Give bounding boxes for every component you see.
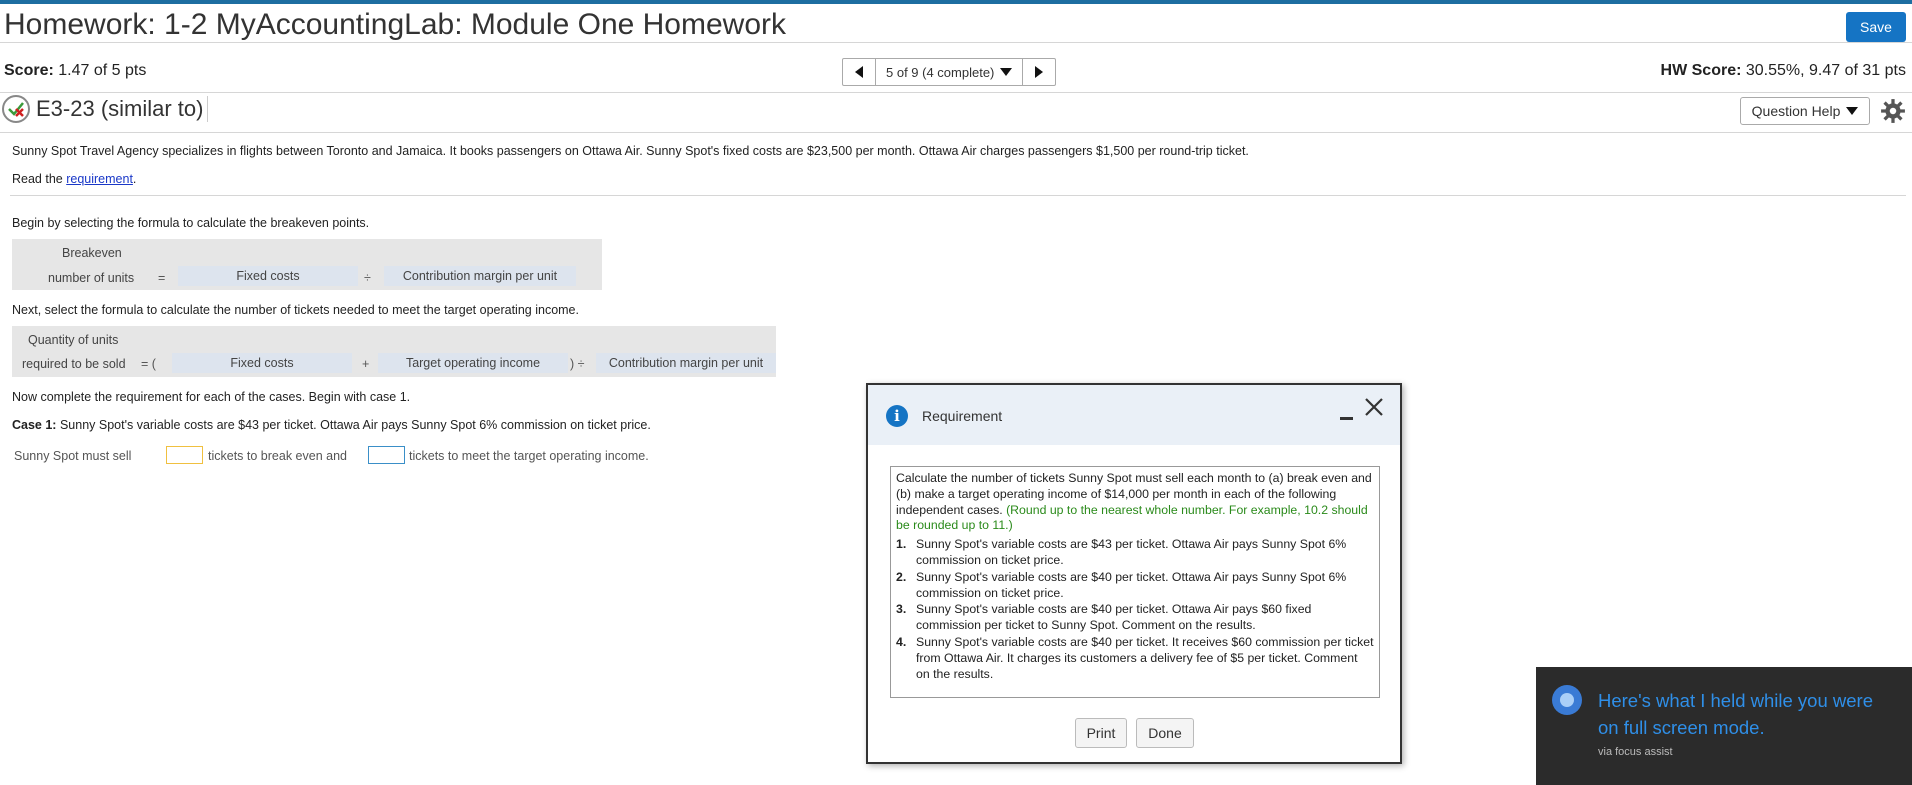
gear-icon[interactable] [1880, 98, 1906, 124]
notification-source: via focus assist [1598, 746, 1673, 758]
formula2-cm-select[interactable]: Contribution margin per unit [596, 353, 776, 373]
case-list: 1. Sunny Spot's variable costs are $43 pe… [896, 537, 1374, 682]
question-help-button[interactable]: Question Help [1740, 97, 1870, 125]
page-title: Homework: 1-2 MyAccountingLab: Module On… [4, 8, 787, 41]
divider [0, 92, 1912, 93]
hw-score: HW Score: 30.55%, 9.47 of 31 pts [1661, 62, 1906, 80]
formula2-label-line1: Quantity of units [28, 333, 119, 347]
list-item: 1. Sunny Spot's variable costs are $43 pe… [896, 537, 1347, 567]
case1-description: Case 1: Sunny Spot's variable costs are … [12, 418, 651, 432]
question-title: E3-23 (similar to) [36, 96, 209, 122]
question-select-dropdown[interactable]: 5 of 9 (4 complete) [875, 59, 1024, 85]
partial-credit-icon [2, 95, 30, 123]
read-suffix: . [132, 172, 137, 186]
requirement-link[interactable]: requirement [66, 172, 133, 186]
step3-instruction: Now complete the requirement for each of… [12, 390, 411, 404]
focus-assist-notification[interactable]: Here's what I held while you were on ful… [1536, 667, 1912, 785]
top-accent-bar [0, 0, 1912, 4]
divider [0, 42, 1912, 43]
formula2-fixed-costs-select[interactable]: Fixed costs [172, 353, 352, 373]
requirement-text: Calculate the number of tickets Sunny Sp… [890, 466, 1380, 698]
score: Score: 1.47 of 5 pts [4, 62, 146, 80]
read-requirement: Read the requirement. [12, 172, 136, 186]
caret-down-icon [1846, 107, 1859, 115]
notification-message: Here's what I held while you were on ful… [1598, 690, 1873, 738]
target-income-formula: Quantity of units required to be sold = … [12, 326, 776, 377]
hw-score-label: HW Score: [1660, 62, 1742, 79]
breakeven-tickets-input[interactable] [166, 446, 203, 464]
step2-instruction: Next, select the formula to calculate th… [12, 303, 579, 317]
list-item: 3. Sunny Spot's variable costs are $40 pe… [896, 602, 1312, 633]
formula2-close-divide: ) ÷ [570, 357, 585, 371]
case1-text: Sunny Spot's variable costs are $43 per … [56, 418, 651, 432]
focus-assist-icon [1552, 685, 1582, 715]
prev-question-button[interactable] [843, 59, 875, 85]
question-navigator: 5 of 9 (4 complete) [842, 58, 1057, 86]
list-item: 2. Sunny Spot's variable costs are $40 pe… [896, 569, 1347, 600]
hw-score-value: 30.55%, 9.47 of 31 pts [1745, 62, 1906, 79]
caret-down-icon [1000, 68, 1013, 76]
print-button[interactable]: Print [1075, 718, 1127, 748]
read-prefix: Read the [12, 172, 67, 186]
answer-prefix: Sunny Spot must sell [14, 449, 132, 463]
list-item: 4. Sunny Spot's variable costs are $40 pe… [896, 634, 1374, 681]
case1-label: Case 1: [12, 418, 57, 432]
arrow-left-icon [855, 66, 863, 78]
next-question-button[interactable] [1023, 59, 1055, 85]
question-help-label: Question Help [1751, 103, 1841, 119]
problem-intro: Sunny Spot Travel Agency specializes in … [12, 144, 1249, 158]
formula1-divide: ÷ [364, 271, 371, 285]
arrow-right-icon [1035, 66, 1044, 78]
breakeven-formula: Breakeven number of units = Fixed costs … [12, 239, 602, 290]
divider [10, 195, 1906, 196]
done-button[interactable]: Done [1136, 718, 1194, 748]
score-label: Score: [4, 62, 54, 79]
formula1-label-line1: Breakeven [62, 246, 122, 260]
nav-status: 5 of 9 (4 complete) [886, 64, 995, 80]
step1-instruction: Begin by selecting the formula to calcul… [12, 216, 370, 230]
formula2-equals: = ( [141, 357, 156, 371]
formula2-target-income-select[interactable]: Target operating income [378, 353, 568, 373]
divider [0, 132, 1912, 133]
formula2-plus: + [362, 357, 370, 371]
requirement-dialog: i Requirement Calculate the number of ti… [866, 383, 1402, 764]
minimize-icon[interactable] [1340, 408, 1354, 422]
score-value: 1.47 of 5 pts [58, 62, 147, 79]
question-header: E3-23 (similar to) [2, 95, 209, 123]
dialog-header: i Requirement [868, 385, 1400, 445]
close-icon[interactable] [1362, 395, 1386, 419]
answer-suffix: tickets to meet the target operating inc… [409, 449, 649, 463]
formula1-equals: = [158, 271, 166, 285]
answer-mid: tickets to break even and [208, 449, 347, 463]
formula2-label-line2: required to be sold [22, 357, 126, 371]
formula1-fixed-costs-select[interactable]: Fixed costs [178, 266, 358, 286]
save-button[interactable]: Save [1846, 12, 1906, 42]
formula1-label-line2: number of units [48, 271, 135, 285]
dialog-title: Requirement [922, 408, 1003, 424]
info-icon: i [886, 405, 908, 427]
formula1-cm-select[interactable]: Contribution margin per unit [384, 266, 576, 286]
target-tickets-input[interactable] [368, 446, 405, 464]
